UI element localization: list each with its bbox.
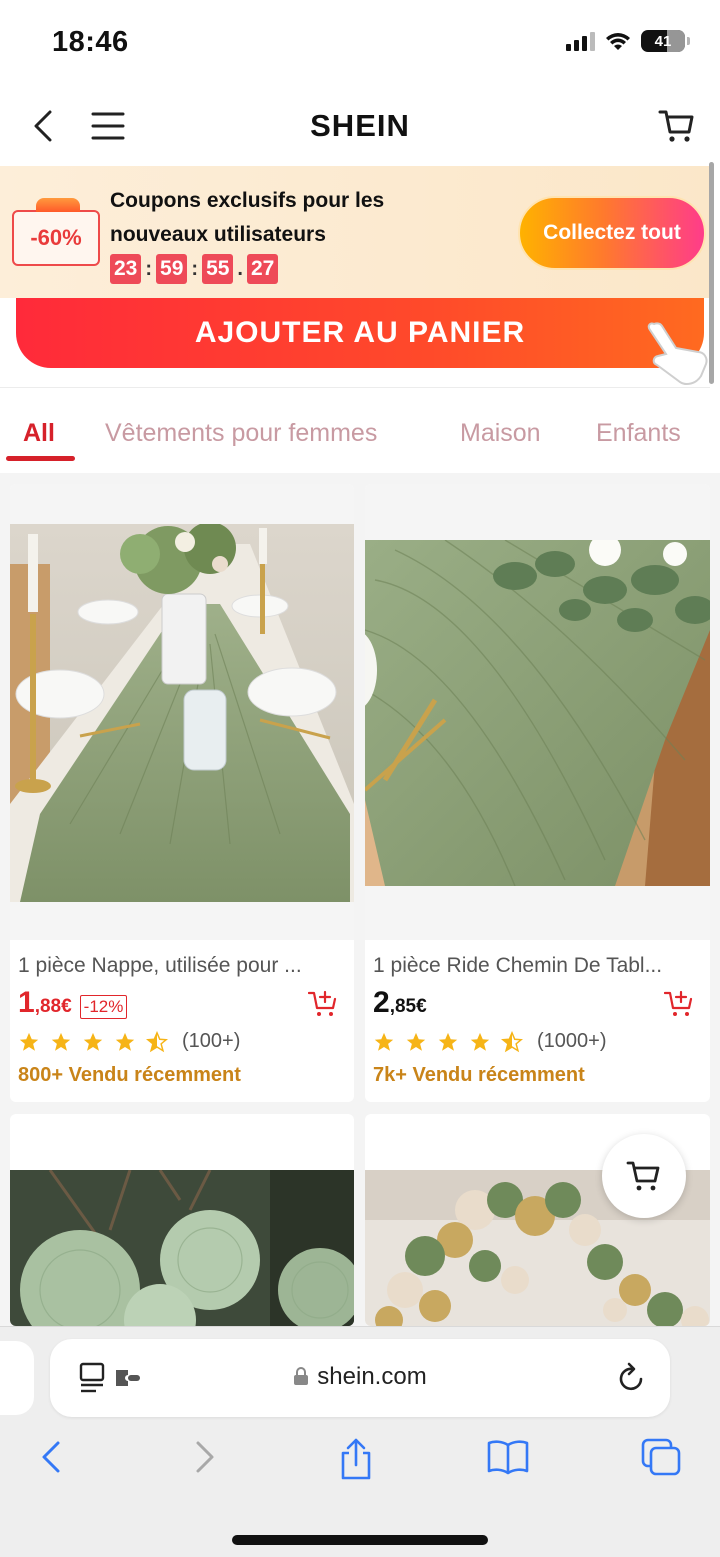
active-tab-indicator — [6, 456, 75, 461]
battery-level: 41 — [654, 32, 672, 50]
product-title[interactable]: 1 pièce Nappe, utilisée pour ... — [18, 954, 348, 978]
tab-all[interactable]: All — [23, 419, 55, 448]
star-icon — [115, 1032, 135, 1051]
coupon-title: Coupons exclusifs pour les nouveaux util… — [110, 189, 385, 246]
battery-icon: 41 — [641, 30, 685, 52]
sold-count: 800+ Vendu récemment — [18, 1064, 241, 1086]
star-icon — [406, 1032, 426, 1051]
star-icon — [51, 1032, 71, 1051]
cellular-signal-icon — [566, 31, 595, 51]
add-to-cart-icon[interactable] — [664, 990, 694, 1018]
review-count: (100+) — [182, 1030, 241, 1052]
countdown-minutes: 59 — [156, 254, 188, 284]
countdown-separator: : — [191, 257, 199, 280]
half-star-icon — [146, 1030, 168, 1052]
star-icon — [19, 1032, 39, 1051]
countdown-hundredths: 27 — [246, 254, 279, 284]
product-image-table-runner[interactable] — [10, 524, 354, 902]
category-tabs: All Vêtements pour femmes Maison Enfants — [0, 389, 720, 473]
price-row: 1,88€ -12% — [18, 986, 128, 1020]
rating-stars: (1000+) — [373, 1030, 607, 1053]
product-image-table-runner[interactable] — [365, 540, 710, 886]
tab-home[interactable]: Maison — [460, 419, 541, 448]
floating-cart-button[interactable] — [602, 1134, 686, 1218]
collect-all-button[interactable]: Collectez tout — [518, 196, 706, 270]
half-star-icon — [501, 1030, 523, 1052]
rating-stars: (100+) — [18, 1030, 240, 1053]
countdown-timer: 23 : 59 : 55 . 27 — [110, 254, 279, 284]
star-icon — [470, 1032, 490, 1051]
sold-count: 7k+ Vendu récemment — [373, 1064, 585, 1086]
product-card[interactable]: 1 pièce Ride Chemin De Tabl... 2,85€ (10… — [365, 484, 710, 1102]
browser-forward-icon[interactable] — [190, 1437, 220, 1477]
wifi-icon — [606, 33, 630, 50]
product-card[interactable]: 1 pièce Nappe, utilisée pour ... 1,88€ -… — [10, 484, 354, 1102]
cart-icon — [626, 1161, 660, 1191]
product-title[interactable]: 1 pièce Ride Chemin De Tabl... — [373, 954, 703, 978]
tab-womens-clothing[interactable]: Vêtements pour femmes — [105, 419, 377, 448]
browser-navigation — [0, 1437, 720, 1487]
star-icon — [438, 1032, 458, 1051]
discount-badge: -60% — [12, 198, 100, 266]
url-text: shein.com — [317, 1363, 427, 1390]
previous-tab-preview[interactable] — [0, 1341, 34, 1415]
price-integer: 1 — [18, 986, 35, 1019]
scrollbar[interactable] — [709, 162, 714, 384]
countdown-seconds: 55 — [202, 254, 234, 284]
brand-logo[interactable]: SHEIN — [0, 108, 720, 144]
countdown-hours: 23 — [110, 254, 142, 284]
address-bar[interactable]: shein.com — [50, 1339, 670, 1417]
price-decimal: ,88€ — [34, 996, 72, 1017]
add-to-cart-button[interactable]: AJOUTER AU PANIER — [16, 298, 704, 368]
home-indicator[interactable] — [232, 1535, 488, 1545]
url-display[interactable]: shein.com — [50, 1363, 670, 1391]
bookmarks-icon[interactable] — [486, 1437, 530, 1477]
discount-tag: -12% — [79, 995, 128, 1019]
share-icon[interactable] — [338, 1437, 374, 1481]
add-to-cart-section: AJOUTER AU PANIER — [0, 298, 710, 388]
countdown-separator: . — [237, 257, 243, 280]
reload-icon[interactable] — [616, 1361, 646, 1393]
product-image-paper-pompoms[interactable] — [10, 1170, 354, 1326]
product-price: 1,88€ — [18, 986, 72, 1020]
countdown-separator: : — [145, 257, 153, 280]
tab-kids[interactable]: Enfants — [596, 419, 681, 448]
tabs-icon[interactable] — [640, 1437, 682, 1477]
pointing-hand-icon — [647, 322, 708, 385]
app-header: SHEIN — [0, 88, 720, 166]
price-row: 2,85€ — [373, 986, 427, 1020]
add-to-cart-icon[interactable] — [308, 990, 338, 1018]
battery-cap — [687, 37, 690, 45]
price-decimal: ,85€ — [389, 996, 427, 1017]
status-icons: 41 — [566, 30, 690, 52]
product-price: 2,85€ — [373, 986, 427, 1020]
cart-icon[interactable] — [658, 106, 694, 146]
review-count: (1000+) — [537, 1030, 607, 1052]
browser-back-icon[interactable] — [36, 1437, 66, 1477]
lock-icon — [294, 1367, 309, 1385]
browser-toolbar: shein.com — [0, 1326, 720, 1557]
status-bar: 18:46 41 — [0, 0, 720, 88]
product-card[interactable] — [10, 1114, 354, 1326]
status-time: 18:46 — [52, 26, 129, 58]
star-icon — [83, 1032, 103, 1051]
price-integer: 2 — [373, 986, 390, 1019]
star-icon — [374, 1032, 394, 1051]
